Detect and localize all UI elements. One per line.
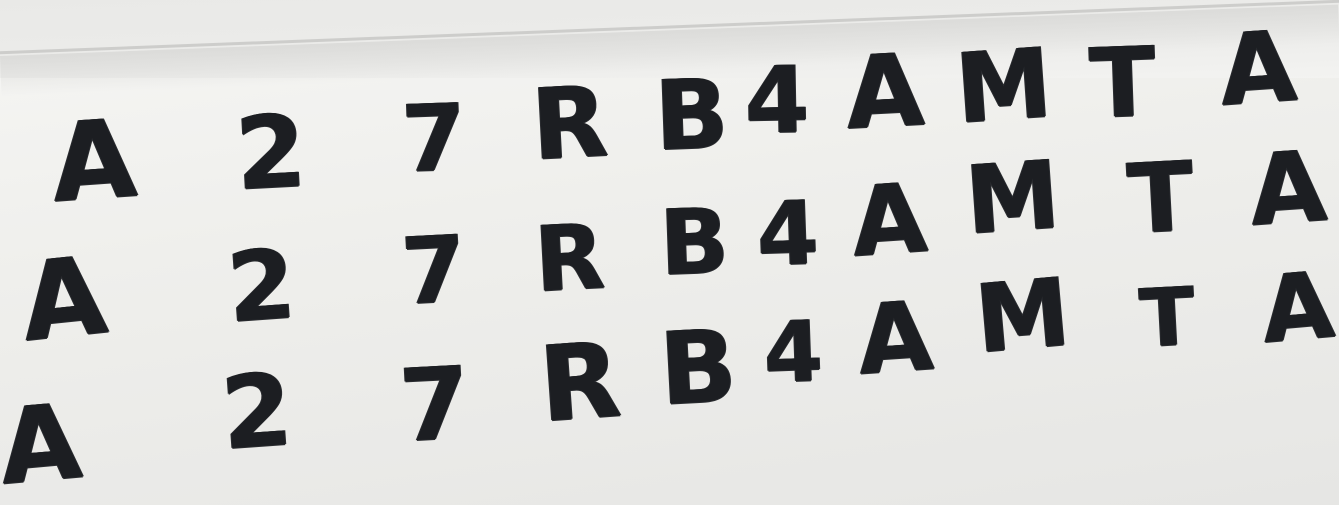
glyph: A — [848, 161, 931, 279]
glyph: 7 — [399, 215, 469, 326]
glyph: 7 — [396, 344, 473, 465]
glyph: M — [971, 258, 1075, 375]
glyph: R — [532, 204, 607, 313]
glyph: B — [656, 307, 740, 428]
glyph: T — [1137, 269, 1197, 366]
glyph: A — [854, 279, 937, 397]
glyph: M — [962, 140, 1064, 257]
glyph: A — [15, 232, 112, 367]
glyph: A — [1257, 251, 1338, 364]
glyph: 4 — [762, 302, 825, 402]
glyph: A — [1246, 129, 1330, 249]
glyph: B — [658, 188, 731, 297]
glyph: 2 — [217, 350, 296, 473]
glyph: 2 — [224, 227, 299, 345]
glyph: 4 — [755, 180, 820, 287]
glyph: T — [1125, 140, 1197, 256]
glyph: A — [0, 379, 86, 505]
handwritten-photo: A 2 7 R B 4 A M T A A 2 7 R B 4 A M T A … — [0, 0, 1339, 505]
handwritten-row-3: A 2 7 R B 4 A M T A — [0, 0, 1339, 505]
glyph: R — [535, 318, 625, 446]
